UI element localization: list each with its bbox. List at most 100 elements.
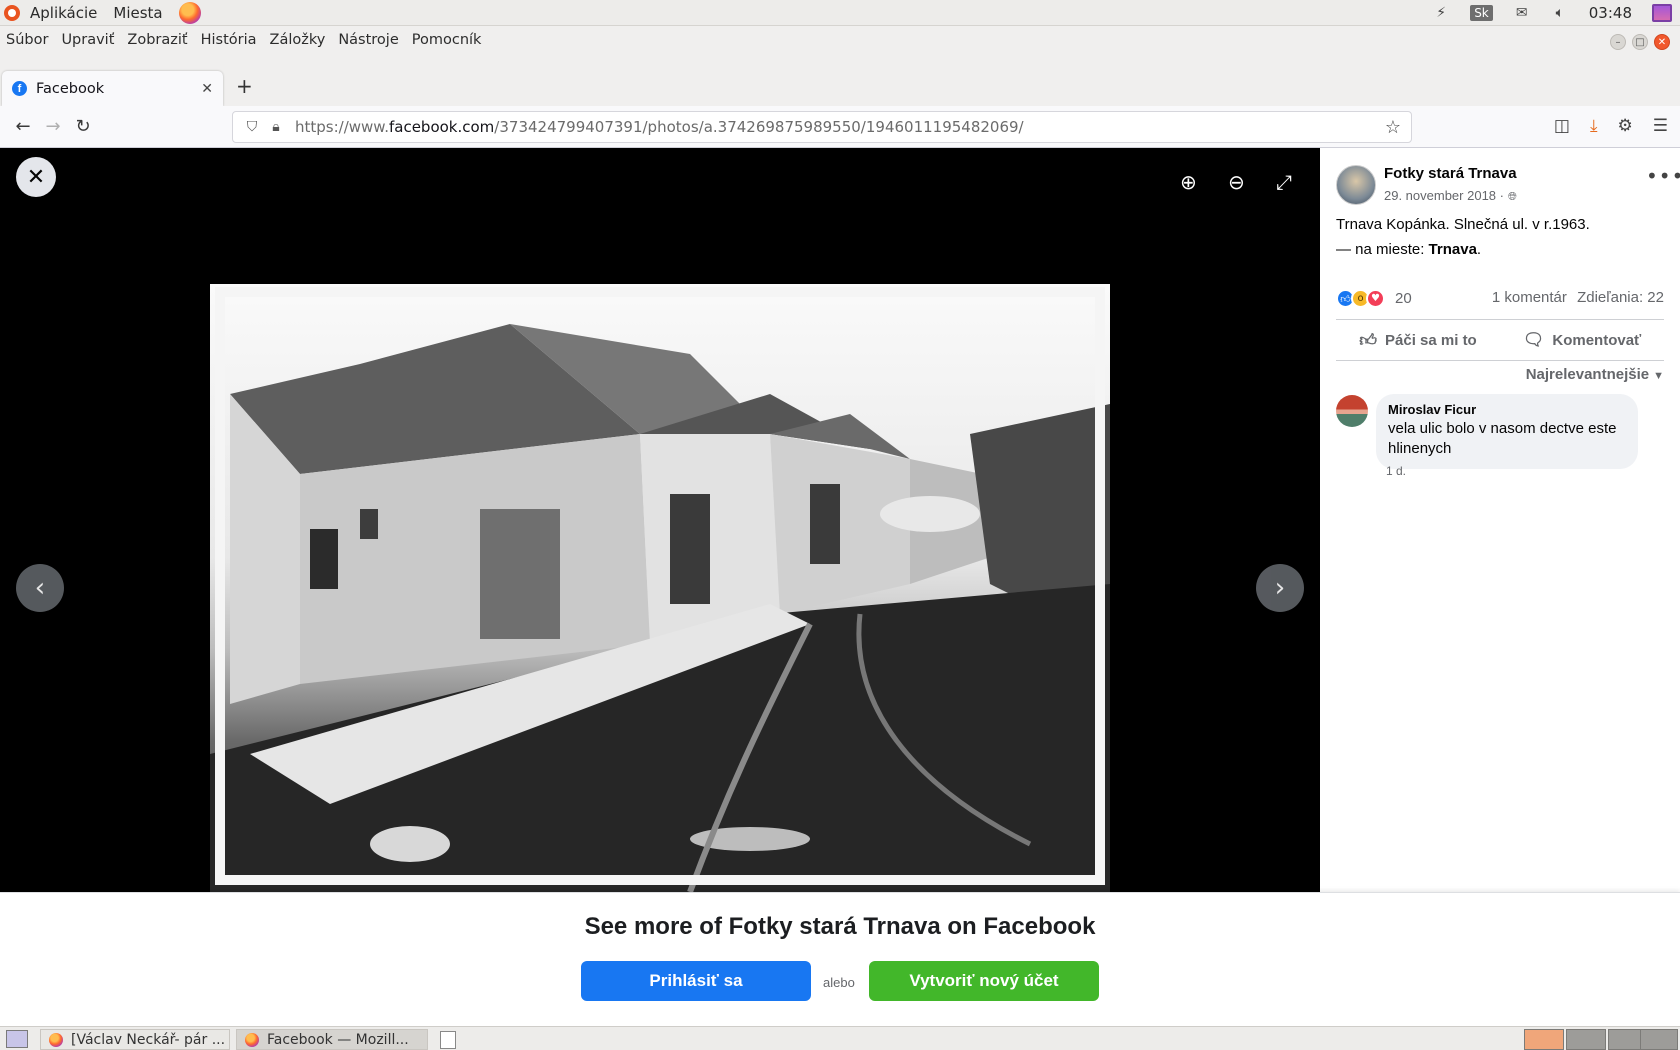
applications-menu[interactable]: Aplikácie: [30, 4, 97, 22]
commenter-avatar[interactable]: [1336, 395, 1368, 427]
post-caption: Trnava Kopánka. Slnečná ul. v r.1963. — …: [1336, 212, 1590, 262]
location-suffix: .: [1476, 241, 1482, 258]
toolbar-right: ◫ ⤓ ⚙ ☰: [1554, 116, 1668, 136]
tab-strip: f Facebook ✕ +: [0, 54, 1680, 106]
thumbs-up-icon: 👍︎: [1359, 330, 1378, 350]
menu-edit[interactable]: Upraviť: [61, 32, 114, 48]
taskbar-item-label: Facebook — Mozill...: [267, 1031, 409, 1048]
browser-menubar: Súbor Upraviť Zobraziť História Záložky …: [0, 26, 1680, 54]
extensions-icon[interactable]: ⚙: [1618, 116, 1633, 136]
lock-icon[interactable]: 🔒︎: [267, 119, 285, 135]
caption-line: Trnava Kopánka. Slnečná ul. v r.1963.: [1336, 216, 1590, 233]
url-bar[interactable]: ⛉ 🔒︎ https://www. facebook.com/3734247994…: [232, 111, 1412, 143]
url-domain: facebook.com: [388, 118, 495, 136]
previous-photo-button[interactable]: ‹: [16, 564, 64, 612]
location-prefix: — na mieste:: [1336, 241, 1429, 258]
network-icon[interactable]: ⚡: [1432, 4, 1450, 22]
comment-icon: 🗨︎: [1522, 330, 1545, 349]
post-stats: 1 komentár Zdieľania: 22: [1486, 289, 1664, 306]
zoom-out-icon[interactable]: ⊖: [1228, 170, 1245, 194]
login-button[interactable]: Prihlásiť sa: [581, 961, 811, 1001]
pocket-icon[interactable]: ◫: [1554, 116, 1570, 136]
clock[interactable]: 03:48: [1589, 4, 1632, 22]
location-line: — na mieste: Trnava.: [1336, 237, 1590, 262]
love-reaction-icon: ♥: [1366, 289, 1385, 308]
post-action-bar: 👍︎ Páči sa mi to 🗨︎ Komentovať: [1336, 319, 1664, 361]
ubuntu-logo-icon[interactable]: [4, 4, 20, 21]
new-tab-button[interactable]: +: [236, 74, 253, 98]
show-desktop-icon[interactable]: [6, 1029, 28, 1048]
notes-icon[interactable]: [440, 1031, 456, 1049]
workspace-4[interactable]: [1640, 1029, 1678, 1050]
post-date[interactable]: 29. november 2018 · 🌐︎: [1384, 188, 1517, 204]
page-avatar[interactable]: [1336, 165, 1376, 205]
hamburger-menu-icon[interactable]: ☰: [1653, 116, 1668, 136]
reaction-count[interactable]: 20: [1395, 290, 1412, 307]
post-date-text[interactable]: 29. november 2018 ·: [1384, 188, 1504, 203]
url-path: /373424799407391/photos/a.37426987598955…: [494, 118, 1024, 136]
zoom-in-icon[interactable]: ⊕: [1180, 170, 1197, 194]
close-viewer-button[interactable]: ✕: [16, 157, 56, 197]
maximize-button[interactable]: □: [1632, 34, 1648, 50]
next-photo-button[interactable]: ›: [1256, 564, 1304, 612]
menu-help[interactable]: Pomocník: [412, 32, 482, 48]
more-options-icon[interactable]: •••: [1646, 164, 1680, 188]
taskbar-item-facebook[interactable]: Facebook — Mozill...: [236, 1029, 428, 1050]
menu-view[interactable]: Zobraziť: [127, 32, 187, 48]
firefox-icon: [245, 1032, 259, 1047]
volume-icon[interactable]: 🔈︎: [1551, 4, 1569, 22]
url-prefix: https://www.: [295, 118, 389, 136]
menu-tools[interactable]: Nástroje: [338, 32, 398, 48]
minimize-button[interactable]: –: [1610, 34, 1626, 50]
system-top-panel: Aplikácie Miesta ⚡ Sk ✉ 🔈︎ 03:48: [0, 0, 1680, 26]
street-photo: [210, 284, 1110, 892]
close-window-button[interactable]: ✕: [1654, 34, 1670, 50]
fullscreen-icon[interactable]: ⤢: [1276, 170, 1292, 194]
sort-label: Najrelevantnejšie: [1525, 366, 1650, 383]
page-name-link[interactable]: Fotky stará Trnava: [1384, 165, 1517, 182]
taskbar-item-label: [Václav Neckář- pár ...: [71, 1031, 226, 1048]
window-controls: – □ ✕: [1610, 34, 1670, 50]
taskbar-item-vaclav[interactable]: [Václav Neckář- pár ...: [40, 1029, 230, 1050]
comment-sort-dropdown[interactable]: Najrelevantnejšie ▼: [1526, 366, 1664, 383]
shares-count[interactable]: Zdieľania: 22: [1577, 289, 1664, 306]
navigation-toolbar: ← → ↻ ⛉ 🔒︎ https://www. facebook.com/3734…: [0, 106, 1680, 148]
tab-facebook[interactable]: f Facebook ✕: [2, 71, 223, 106]
reactions-summary[interactable]: 👍︎ o ♥ 20: [1336, 289, 1412, 308]
comment-button[interactable]: 🗨︎ Komentovať: [1500, 320, 1664, 360]
menu-history[interactable]: História: [201, 32, 257, 48]
places-menu[interactable]: Miesta: [113, 4, 162, 22]
create-account-button[interactable]: Vytvoriť nový účet: [869, 961, 1099, 1001]
session-icon[interactable]: [1652, 3, 1672, 22]
forward-button[interactable]: →: [38, 116, 68, 137]
location-link[interactable]: Trnava: [1429, 241, 1477, 258]
workspace-2[interactable]: [1566, 1029, 1606, 1050]
comments-count[interactable]: 1 komentár: [1492, 289, 1567, 306]
globe-icon: 🌐︎: [1507, 191, 1517, 203]
comment-text: vela ulic bolo v nasom dectve este hline…: [1388, 420, 1617, 457]
comment-label: Komentovať: [1552, 331, 1642, 349]
comment-author[interactable]: Miroslav Ficur: [1388, 402, 1626, 417]
facebook-favicon-icon: f: [12, 81, 27, 96]
menu-bookmarks[interactable]: Záložky: [270, 32, 326, 48]
mail-icon[interactable]: ✉: [1513, 4, 1531, 22]
like-button[interactable]: 👍︎ Páči sa mi to: [1336, 320, 1500, 360]
tab-title: Facebook: [36, 80, 105, 97]
back-button[interactable]: ←: [8, 116, 38, 137]
caret-down-icon: ▼: [1653, 370, 1664, 382]
keyboard-layout-indicator[interactable]: Sk: [1470, 4, 1493, 21]
close-tab-icon[interactable]: ✕: [201, 81, 213, 97]
bookmark-star-icon[interactable]: ☆: [1385, 117, 1401, 138]
login-banner: See more of Fotky stará Trnava on Facebo…: [0, 892, 1680, 1026]
downloads-icon[interactable]: ⤓: [1590, 116, 1598, 136]
workspace-1[interactable]: [1524, 1029, 1564, 1050]
comment-age[interactable]: 1 d.: [1386, 464, 1406, 478]
firefox-launcher-icon[interactable]: [178, 1, 201, 24]
post-sidebar: Fotky stará Trnava 29. november 2018 · 🌐︎…: [1320, 148, 1680, 892]
like-label: Páči sa mi to: [1385, 331, 1477, 349]
menu-file[interactable]: Súbor: [6, 32, 48, 48]
tracking-shield-icon[interactable]: ⛉: [243, 119, 261, 135]
bottom-taskbar: [Václav Neckář- pár ... Facebook — Mozil…: [0, 1026, 1680, 1050]
comment-bubble: Miroslav Ficur vela ulic bolo v nasom de…: [1376, 394, 1638, 469]
reload-button[interactable]: ↻: [68, 116, 98, 137]
